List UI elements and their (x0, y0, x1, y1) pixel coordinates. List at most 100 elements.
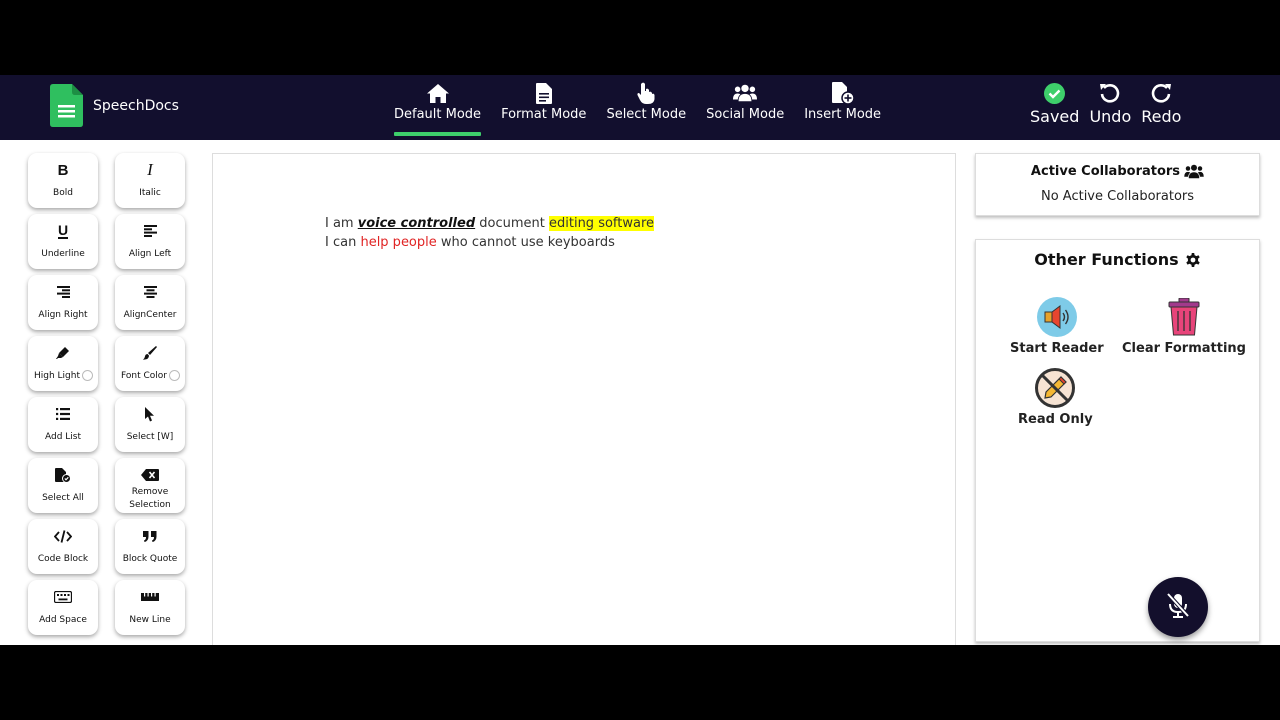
read-only-label: Read Only (1018, 412, 1093, 427)
highlighted-text: editing software (549, 216, 655, 231)
tool-label: Add Space (39, 615, 87, 625)
collaborators-title: Active Collaborators (976, 164, 1259, 179)
underline-button[interactable]: U Underline (28, 214, 98, 269)
align-right-icon (56, 284, 70, 300)
collaborators-panel: Active Collaborators No Active Collabora… (975, 153, 1260, 216)
document-line: I am voice controlled document editing s… (325, 214, 655, 233)
no-collaborators-text: No Active Collaborators (1040, 189, 1195, 204)
align-right-button[interactable]: Align Right (28, 275, 98, 330)
trash-bin-icon (1163, 296, 1205, 338)
ruler-icon (141, 589, 159, 605)
top-navbar: SpeechDocs Default Mode Format Mode Sele… (0, 75, 1280, 140)
highlight-button[interactable]: High Light (28, 336, 98, 391)
font-color-swatch[interactable] (169, 370, 180, 381)
home-icon (426, 82, 450, 104)
app-window: SpeechDocs Default Mode Format Mode Sele… (0, 75, 1280, 645)
tab-format-mode[interactable]: Format Mode (495, 75, 592, 140)
tool-label: AlignCenter (123, 310, 177, 320)
undo-label: Undo (1089, 107, 1132, 126)
app-name: SpeechDocs (93, 97, 179, 114)
redo-icon (1149, 81, 1173, 105)
tab-label: Select Mode (606, 107, 687, 122)
italic-button[interactable]: I Italic (115, 153, 185, 208)
read-only-button[interactable]: Read Only (1018, 367, 1093, 427)
speaker-icon (1036, 296, 1078, 338)
tab-label: Format Mode (501, 107, 587, 122)
text-run: I can (325, 235, 361, 250)
highlight-color-swatch[interactable] (82, 370, 93, 381)
bold-button[interactable]: B Bold (28, 153, 98, 208)
tool-label: Italic (139, 188, 161, 198)
start-reader-button[interactable]: Start Reader (1010, 296, 1104, 356)
bold-icon: B (57, 161, 69, 179)
document-editor[interactable]: I am voice controlled document editing s… (212, 153, 956, 645)
tool-label: Add List (44, 432, 82, 442)
clear-formatting-label: Clear Formatting (1122, 341, 1246, 356)
tool-label: Bold (53, 188, 73, 198)
tool-label: High Light (33, 371, 80, 381)
microphone-toggle-button[interactable] (1148, 577, 1208, 637)
collaborators-title-text: Active Collaborators (1030, 164, 1181, 179)
document-content[interactable]: I am voice controlled document editing s… (325, 214, 655, 252)
add-list-button[interactable]: Add List (28, 397, 98, 452)
text-run: who cannot use keyboards (436, 235, 615, 250)
underline-icon: U (57, 221, 69, 239)
align-left-icon (143, 223, 157, 239)
brand[interactable]: SpeechDocs (50, 84, 179, 127)
tab-select-mode[interactable]: Select Mode (600, 75, 692, 140)
red-colored-text: help people (360, 235, 437, 250)
tool-label: Select [W] (126, 432, 174, 442)
redo-button[interactable]: Redo (1141, 81, 1181, 136)
tool-label: Code Block (37, 554, 89, 564)
new-line-button[interactable]: New Line (115, 580, 185, 635)
tool-label: Select All (42, 493, 84, 503)
format-toolbar: B Bold I Italic U Underline Align Left A… (28, 153, 188, 635)
block-quote-button[interactable]: Block Quote (115, 519, 185, 574)
text-run: document (475, 216, 549, 231)
text-run: I am (325, 216, 358, 231)
tool-label: Align Left (128, 249, 172, 259)
tool-label: New Line (129, 615, 171, 625)
check-circle-icon (1043, 81, 1067, 105)
no-pencil-icon (1034, 367, 1076, 409)
tab-social-mode[interactable]: Social Mode (700, 75, 790, 140)
mode-tabs: Default Mode Format Mode Select Mode Soc… (388, 75, 895, 140)
italic-icon: I (147, 160, 153, 179)
backspace-icon (141, 467, 159, 483)
tool-label: Font Color (121, 371, 167, 381)
other-functions-panel: Other Functions Start Reader Clear Forma… (975, 239, 1260, 642)
font-color-button[interactable]: Font Color (115, 336, 185, 391)
align-left-button[interactable]: Align Left (115, 214, 185, 269)
tool-label: Remove Selection (129, 487, 171, 510)
status-area: Saved Undo Redo (1030, 81, 1191, 136)
tab-insert-mode[interactable]: Insert Mode (798, 75, 887, 140)
cursor-arrow-icon (144, 406, 156, 422)
align-center-button[interactable]: AlignCenter (115, 275, 185, 330)
code-icon (54, 528, 72, 544)
tab-label: Social Mode (706, 107, 785, 122)
code-block-button[interactable]: Code Block (28, 519, 98, 574)
tool-label: Underline (41, 249, 85, 259)
other-functions-title: Other Functions (976, 250, 1259, 269)
saved-label: Saved (1030, 107, 1080, 126)
select-all-button[interactable]: Select All (28, 458, 98, 513)
tab-default-mode[interactable]: Default Mode (388, 75, 487, 140)
docs-logo-icon (50, 84, 83, 127)
highlighter-icon (56, 345, 70, 361)
clear-formatting-button[interactable]: Clear Formatting (1122, 296, 1246, 356)
redo-label: Redo (1141, 107, 1182, 126)
select-word-button[interactable]: Select [W] (115, 397, 185, 452)
file-plus-icon (831, 82, 855, 104)
bold-italic-underlined-text: voice controlled (357, 216, 476, 231)
document-line: I can help people who cannot use keyboar… (325, 233, 654, 252)
users-icon (1184, 164, 1204, 179)
tool-label: Block Quote (122, 554, 178, 564)
start-reader-label: Start Reader (1010, 341, 1104, 356)
tool-label: Align Right (38, 310, 88, 320)
align-center-icon (143, 284, 157, 300)
add-space-button[interactable]: Add Space (28, 580, 98, 635)
saved-indicator: Saved (1030, 81, 1079, 136)
paint-brush-icon (143, 345, 157, 361)
undo-button[interactable]: Undo (1089, 81, 1131, 136)
remove-selection-button[interactable]: Remove Selection (115, 458, 185, 513)
